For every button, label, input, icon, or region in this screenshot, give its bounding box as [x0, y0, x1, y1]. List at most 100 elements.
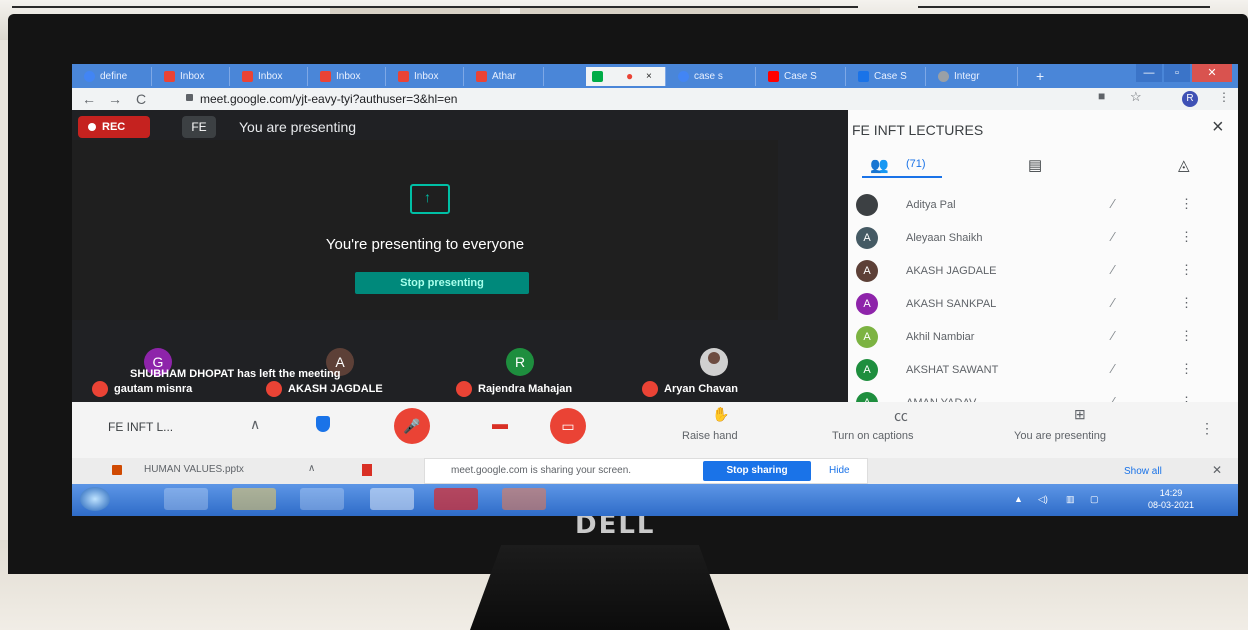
more-options-icon[interactable]: ⋮: [1180, 328, 1193, 344]
activities-icon[interactable]: ◬: [1178, 156, 1190, 174]
mic-off-icon[interactable]: ⁄: [1112, 229, 1114, 244]
browser-tab[interactable]: Case S: [762, 67, 846, 86]
action-center-icon[interactable]: ▢: [1090, 494, 1099, 505]
stop-sharing-button[interactable]: Stop sharing: [703, 461, 811, 481]
tray-arrow-icon[interactable]: ▲: [1014, 494, 1023, 504]
chevron-up-icon[interactable]: ∧: [250, 416, 260, 433]
participant-row[interactable]: A AKASH SANKPAL ⁄ ⋮: [848, 289, 1238, 319]
chat-icon[interactable]: ▤: [1028, 156, 1042, 174]
show-all-link[interactable]: Show all: [1124, 466, 1162, 477]
bookmark-star-icon[interactable]: ☆: [1130, 89, 1142, 105]
mic-off-icon: [266, 381, 282, 397]
mic-off-icon[interactable]: ⁄: [1112, 361, 1114, 376]
new-tab-button[interactable]: +: [1026, 67, 1056, 86]
browser-menu-icon[interactable]: ⋮: [1218, 90, 1230, 104]
participant-photo: [856, 194, 878, 216]
forward-arrow-icon[interactable]: →: [108, 91, 122, 107]
close-window-button[interactable]: ✕: [1192, 64, 1232, 82]
participant-name: AKASH SANKPAL: [906, 298, 997, 310]
taskbar-app-word[interactable]: [300, 488, 344, 510]
volume-icon[interactable]: ◁): [1038, 494, 1048, 505]
record-dot-icon: [88, 123, 96, 132]
pptx-file-icon: [112, 465, 122, 475]
taskbar-app-acrobat[interactable]: [434, 488, 478, 510]
participant-name: Aditya Pal: [906, 199, 956, 211]
captions-icon[interactable]: ㏄: [894, 406, 908, 426]
back-arrow-icon[interactable]: ←: [82, 91, 96, 107]
windows-taskbar: ▲ ◁) ▥ ▢ 14:29 08-03-2021: [72, 484, 1238, 516]
web-icon: [938, 71, 949, 82]
more-options-icon[interactable]: ⋮: [1200, 420, 1214, 437]
browser-tab-bar: define Inbox Inbox Inbox Inbox Athar ● ×: [72, 64, 1238, 88]
participant-row[interactable]: A AKSHAT SAWANT ⁄ ⋮: [848, 355, 1238, 385]
mic-off-button[interactable]: 🎤: [394, 408, 430, 444]
more-options-icon[interactable]: ⋮: [1180, 262, 1193, 278]
raise-hand-icon[interactable]: ✋: [712, 406, 729, 423]
host-controls-shield-icon[interactable]: [316, 416, 330, 432]
taskbar-app-powerpoint[interactable]: [502, 488, 546, 510]
pdf-file-icon[interactable]: [362, 464, 372, 476]
browser-tab[interactable]: Athar: [470, 67, 544, 86]
reload-icon[interactable]: C: [136, 91, 146, 107]
gmail-icon: [476, 71, 487, 82]
present-now-button[interactable]: You are presenting: [1014, 430, 1106, 442]
profile-avatar[interactable]: R: [1182, 91, 1198, 107]
participant-row[interactable]: A Akhil Nambiar ⁄ ⋮: [848, 322, 1238, 352]
browser-tab[interactable]: define: [78, 67, 152, 86]
participant-tile-avatar[interactable]: R: [506, 348, 534, 376]
windows-start-icon[interactable]: [80, 487, 110, 511]
participant-name: Rajendra Mahajan: [478, 383, 573, 395]
mic-off-icon[interactable]: ⁄: [1112, 295, 1114, 310]
more-options-icon[interactable]: ⋮: [1180, 229, 1193, 245]
presenting-title: You are presenting: [239, 119, 357, 135]
google-icon: [678, 71, 689, 82]
raise-hand-button[interactable]: Raise hand: [682, 430, 738, 442]
present-screen-icon: ↑: [410, 184, 450, 214]
stop-presenting-button[interactable]: Stop presenting: [355, 272, 529, 294]
participant-row[interactable]: Aditya Pal ⁄ ⋮: [848, 190, 1238, 220]
taskbar-app-explorer[interactable]: [232, 488, 276, 510]
taskbar-clock[interactable]: 14:29 08-03-2021: [1148, 487, 1194, 511]
close-icon[interactable]: ✕: [1212, 463, 1222, 477]
participant-tile-photo[interactable]: [700, 348, 728, 376]
close-panel-icon[interactable]: ×: [1212, 116, 1224, 139]
browser-tab[interactable]: case s: [672, 67, 756, 86]
participant-row[interactable]: A AKASH JAGDALE ⁄ ⋮: [848, 256, 1238, 286]
minimize-window-button[interactable]: —: [1136, 64, 1162, 82]
hide-button[interactable]: Hide: [829, 465, 850, 476]
end-call-icon[interactable]: ▬: [492, 416, 508, 434]
maximize-window-button[interactable]: ▫: [1164, 64, 1190, 82]
browser-tab-active[interactable]: ● ×: [586, 67, 666, 86]
browser-tab[interactable]: Inbox: [314, 67, 386, 86]
recording-dot-icon: ●: [626, 69, 634, 83]
present-now-icon[interactable]: ⊞: [1074, 406, 1086, 423]
network-icon[interactable]: ▥: [1066, 494, 1075, 505]
more-options-icon[interactable]: ⋮: [1180, 295, 1193, 311]
sharing-message: meet.google.com is sharing your screen.: [451, 465, 632, 476]
captions-button[interactable]: Turn on captions: [832, 430, 914, 442]
close-tab-icon[interactable]: ×: [646, 67, 652, 86]
more-options-icon[interactable]: ⋮: [1180, 196, 1193, 212]
more-options-icon[interactable]: ⋮: [1180, 361, 1193, 377]
url-input[interactable]: meet.google.com/yjt-eavy-tyi?authuser=3&…: [200, 92, 457, 106]
presenter-chip: FE: [182, 116, 216, 138]
clock-time: 14:29: [1159, 488, 1183, 498]
participant-row[interactable]: A Aleyaan Shaikh ⁄ ⋮: [848, 223, 1238, 253]
mic-off-icon[interactable]: ⁄: [1112, 196, 1114, 211]
taskbar-app-chrome[interactable]: [370, 488, 414, 510]
taskbar-app-powershell[interactable]: [164, 488, 208, 510]
browser-tab[interactable]: Inbox: [392, 67, 464, 86]
browser-tab[interactable]: Inbox: [158, 67, 230, 86]
camera-off-button[interactable]: ▭: [550, 408, 586, 444]
mic-off-icon[interactable]: ⁄: [1112, 328, 1114, 343]
mic-off-icon[interactable]: ⁄: [1112, 262, 1114, 277]
meeting-details-label[interactable]: FE INFT L...: [108, 420, 173, 434]
browser-tab[interactable]: Integr: [932, 67, 1018, 86]
browser-tab[interactable]: Case S: [852, 67, 926, 86]
download-item[interactable]: HUMAN VALUES.pptx: [144, 464, 244, 475]
camera-indicator-icon[interactable]: ■: [1098, 89, 1105, 103]
chevron-up-icon[interactable]: ∧: [308, 463, 315, 474]
people-icon[interactable]: 👥: [870, 156, 889, 174]
browser-tab[interactable]: Inbox: [236, 67, 308, 86]
active-tab-indicator: [862, 176, 942, 178]
